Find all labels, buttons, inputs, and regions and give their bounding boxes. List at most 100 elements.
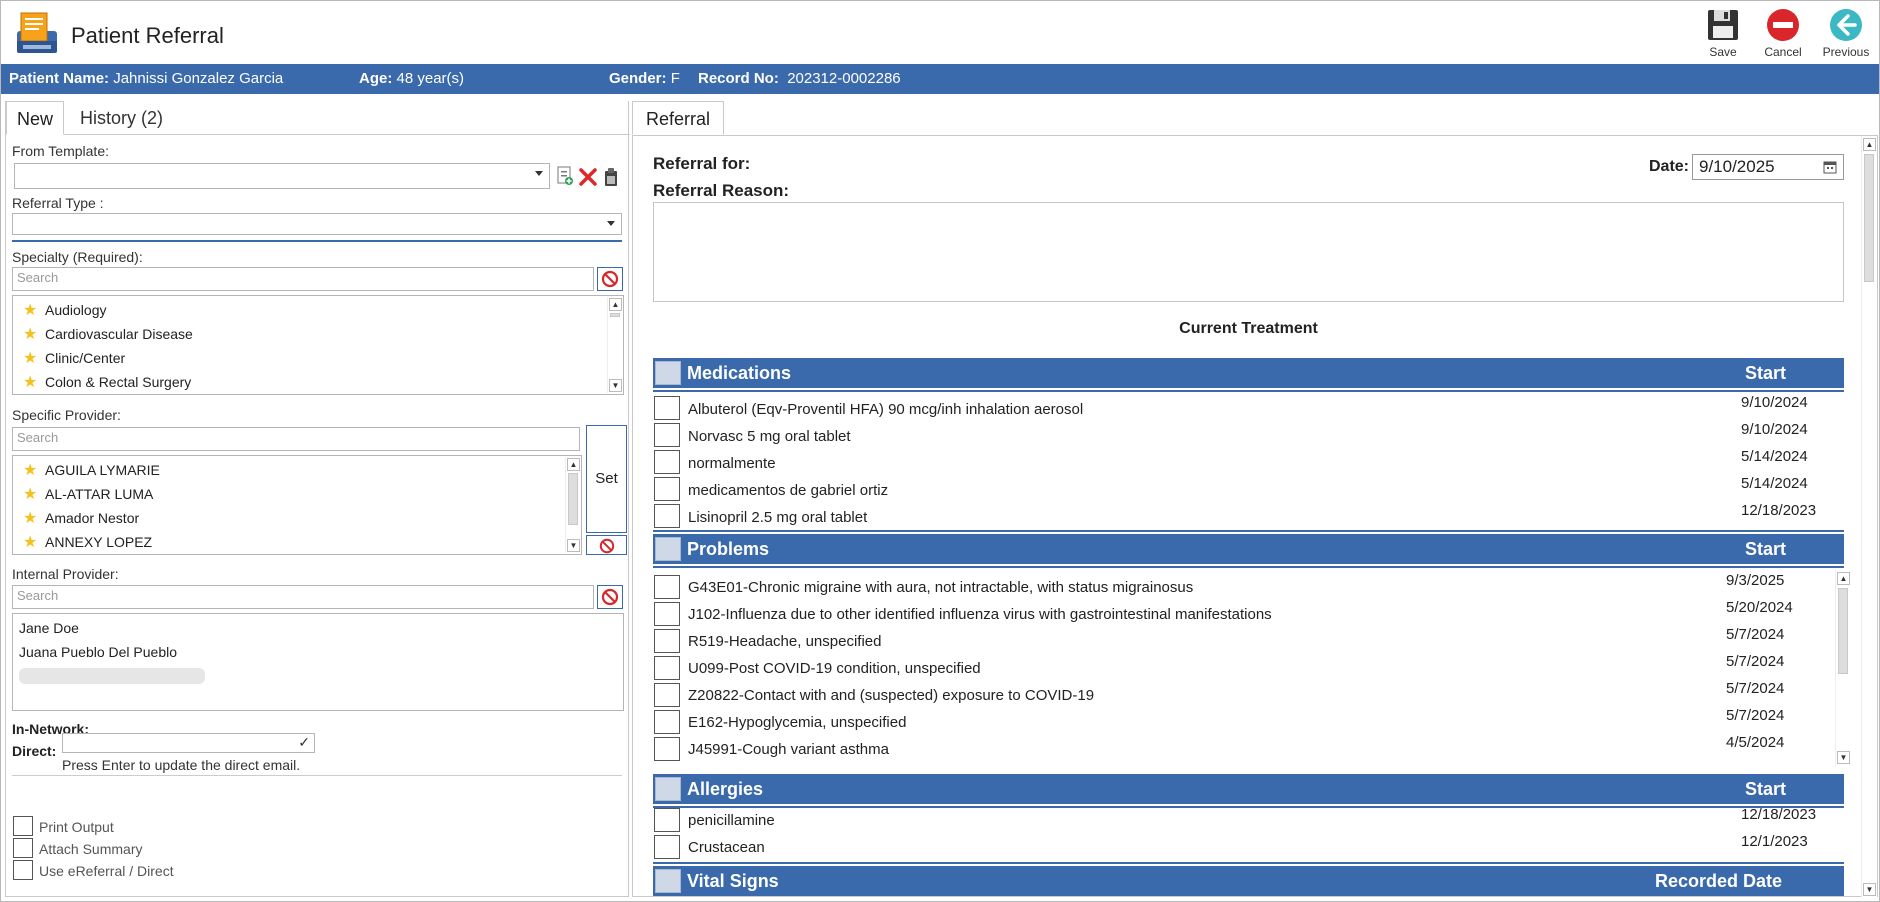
referral-type-label: Referral Type : bbox=[12, 195, 104, 211]
cancel-button[interactable]: Cancel bbox=[1751, 5, 1815, 61]
delete-template-icon[interactable] bbox=[578, 167, 598, 187]
set-provider-button[interactable]: Set bbox=[586, 425, 627, 533]
left-tabs: New History (2) bbox=[6, 101, 630, 135]
referral-for-label: Referral for: bbox=[653, 154, 751, 173]
save-button[interactable]: Save bbox=[1691, 5, 1755, 61]
problem-checkbox[interactable] bbox=[654, 710, 680, 734]
previous-button[interactable]: Previous bbox=[1814, 5, 1878, 61]
list-item[interactable]: Jane Doe bbox=[19, 616, 79, 640]
list-item[interactable]: ★ Cardiovascular Disease bbox=[23, 322, 193, 346]
medication-name: Lisinopril 2.5 mg oral tablet bbox=[688, 509, 868, 526]
clear-provider-button[interactable] bbox=[586, 535, 627, 555]
select-all-medications-checkbox[interactable] bbox=[655, 361, 681, 385]
ereferral-checkbox[interactable] bbox=[13, 860, 33, 880]
list-item[interactable]: ★ AL-ATTAR LUMA bbox=[23, 482, 153, 506]
template-select[interactable] bbox=[14, 163, 550, 189]
scroll-up-icon[interactable]: ▲ bbox=[1837, 572, 1850, 585]
problem-start: 5/7/2024 bbox=[1726, 653, 1785, 670]
problem-checkbox[interactable] bbox=[654, 656, 680, 680]
clipboard-icon[interactable] bbox=[604, 167, 618, 187]
scroll-down-icon[interactable]: ▼ bbox=[1863, 883, 1876, 896]
problem-name: R519-Headache, unspecified bbox=[688, 633, 882, 650]
problem-checkbox[interactable] bbox=[654, 737, 680, 761]
prohibit-icon bbox=[601, 588, 619, 606]
select-all-allergies-checkbox[interactable] bbox=[655, 777, 681, 801]
star-icon: ★ bbox=[23, 510, 38, 527]
divider bbox=[653, 390, 1844, 392]
provider-scrollbar[interactable]: ▲ ▼ bbox=[565, 457, 580, 553]
medication-start: 9/10/2024 bbox=[1741, 421, 1808, 438]
attach-summary-checkbox[interactable] bbox=[13, 838, 33, 858]
specialty-scrollbar[interactable]: ▲ ▼ bbox=[607, 297, 622, 393]
medication-checkbox[interactable] bbox=[654, 396, 680, 420]
scroll-up-icon[interactable]: ▲ bbox=[567, 458, 580, 471]
problem-checkbox[interactable] bbox=[654, 683, 680, 707]
scroll-down-icon[interactable]: ▼ bbox=[567, 539, 580, 552]
medication-checkbox[interactable] bbox=[654, 450, 680, 474]
scroll-up-icon[interactable]: ▲ bbox=[1863, 138, 1876, 151]
scroll-thumb[interactable] bbox=[1864, 154, 1874, 282]
tab-referral[interactable]: Referral bbox=[632, 101, 724, 135]
scroll-up-icon[interactable]: ▲ bbox=[609, 298, 622, 311]
print-output-checkbox[interactable] bbox=[13, 816, 33, 836]
problem-checkbox[interactable] bbox=[654, 629, 680, 653]
list-item[interactable]: ★ Colon & Rectal Surgery bbox=[23, 370, 191, 394]
problem-name: U099-Post COVID-19 condition, unspecifie… bbox=[688, 660, 981, 677]
tab-new[interactable]: New bbox=[6, 101, 64, 135]
star-icon: ★ bbox=[23, 462, 38, 479]
select-all-vitals-checkbox[interactable] bbox=[655, 869, 681, 893]
select-all-problems-checkbox[interactable] bbox=[655, 537, 681, 561]
title-bar: Patient Referral Save Cancel Previous bbox=[1, 1, 1879, 63]
direct-email-select[interactable]: ✓ bbox=[62, 733, 315, 753]
medication-name: Albuterol (Eqv-Proventil HFA) 90 mcg/inh… bbox=[688, 401, 1084, 418]
medication-name: medicamentos de gabriel ortiz bbox=[688, 482, 889, 499]
problems-list[interactable]: G43E01-Chronic migraine with aura, not i… bbox=[633, 569, 1864, 767]
medication-checkbox[interactable] bbox=[654, 504, 680, 528]
list-item[interactable]: ★ AGUILA LYMARIE bbox=[23, 458, 160, 482]
list-item[interactable]: ★ ANNEXY LOPEZ bbox=[23, 530, 152, 554]
tab-history[interactable]: History (2) bbox=[70, 101, 173, 135]
patient-info-bar: Patient Name: Jahnissi Gonzalez Garcia A… bbox=[1, 64, 1879, 94]
list-item[interactable]: ★ Amador Nestor bbox=[23, 506, 139, 530]
patient-name: Patient Name: Jahnissi Gonzalez Garcia bbox=[9, 70, 284, 87]
problem-start: 5/20/2024 bbox=[1726, 599, 1793, 616]
medication-start: 5/14/2024 bbox=[1741, 475, 1808, 492]
scroll-thumb[interactable] bbox=[568, 473, 578, 525]
star-icon: ★ bbox=[23, 374, 38, 391]
previous-label: Previous bbox=[1822, 45, 1870, 59]
referral-scrollbar[interactable]: ▲ ▼ bbox=[1861, 136, 1877, 898]
referral-reason-label: Referral Reason: bbox=[653, 181, 790, 200]
internal-search-input[interactable]: Search bbox=[12, 585, 594, 609]
allergy-checkbox[interactable] bbox=[654, 808, 680, 832]
clear-internal-button[interactable] bbox=[597, 585, 623, 609]
scroll-down-icon[interactable]: ▼ bbox=[1837, 751, 1850, 764]
specialty-list[interactable]: ★ Audiology ★ Cardiovascular Disease ★ Clin… bbox=[12, 295, 624, 395]
provider-list[interactable]: ★ AGUILA LYMARIE ★ AL-ATTAR LUMA ★ Amador N… bbox=[12, 455, 582, 555]
star-icon: ★ bbox=[23, 534, 38, 551]
scroll-thumb[interactable] bbox=[610, 313, 620, 317]
allergies-header: Allergies Start bbox=[653, 774, 1844, 804]
problems-scrollbar[interactable]: ▲ ▼ bbox=[1835, 570, 1850, 766]
referral-reason-textarea[interactable] bbox=[653, 202, 1844, 302]
checkmark-icon: ✓ bbox=[298, 734, 310, 750]
problem-checkbox[interactable] bbox=[654, 575, 680, 599]
referral-type-select[interactable] bbox=[12, 213, 622, 235]
specialty-search-input[interactable]: Search bbox=[12, 267, 594, 291]
problem-name: G43E01-Chronic migraine with aura, not i… bbox=[688, 579, 1194, 596]
provider-search-input[interactable]: Search bbox=[12, 427, 580, 451]
problem-checkbox[interactable] bbox=[654, 602, 680, 626]
new-template-icon[interactable] bbox=[556, 166, 574, 186]
list-item[interactable]: ★ Clinic/Center bbox=[23, 346, 125, 370]
calendar-icon[interactable] bbox=[1823, 161, 1837, 174]
internal-provider-list[interactable]: Jane Doe Juana Pueblo Del Pueblo bbox=[12, 613, 624, 711]
clear-specialty-button[interactable] bbox=[597, 267, 623, 291]
allergy-checkbox[interactable] bbox=[654, 835, 680, 859]
date-input[interactable]: 9/10/2025 bbox=[1692, 154, 1844, 180]
medication-checkbox[interactable] bbox=[654, 477, 680, 501]
scroll-down-icon[interactable]: ▼ bbox=[609, 379, 622, 392]
scroll-thumb[interactable] bbox=[1838, 588, 1848, 674]
list-item[interactable]: ★ Audiology bbox=[23, 298, 107, 322]
list-item[interactable]: Juana Pueblo Del Pueblo bbox=[19, 640, 177, 664]
prohibit-icon bbox=[601, 270, 619, 288]
medication-checkbox[interactable] bbox=[654, 423, 680, 447]
